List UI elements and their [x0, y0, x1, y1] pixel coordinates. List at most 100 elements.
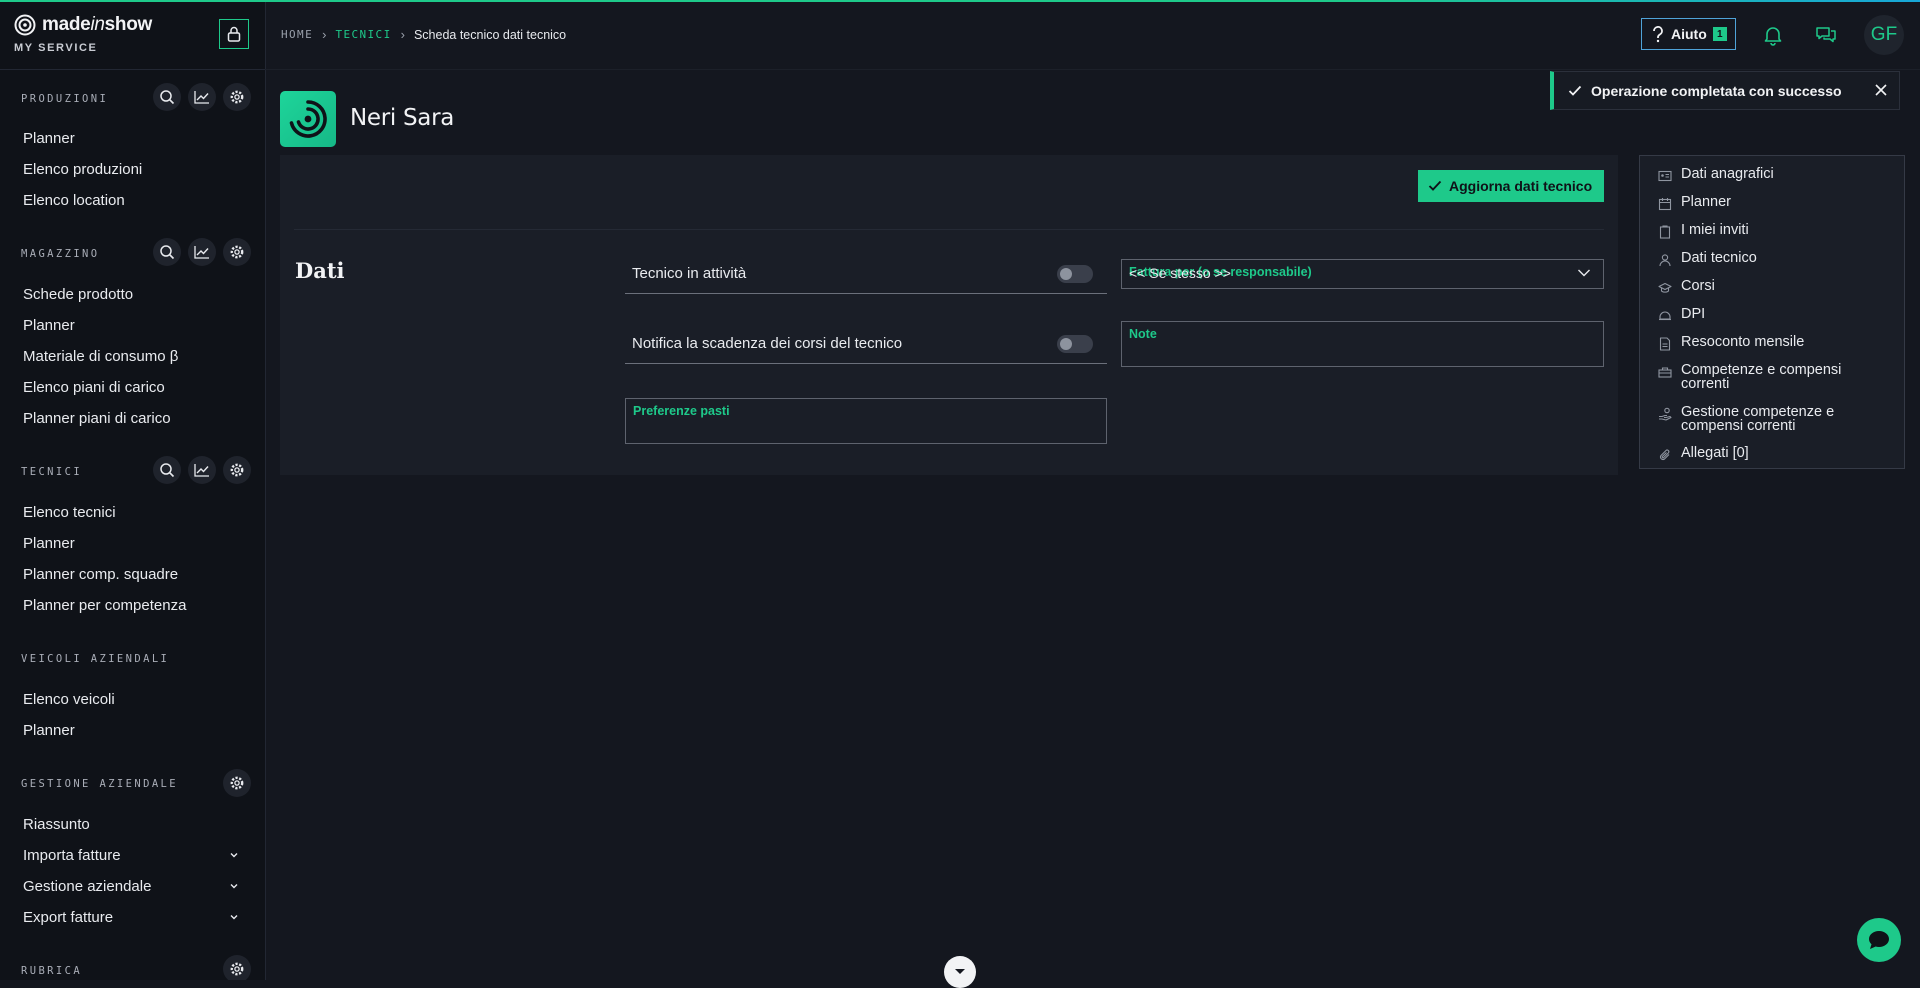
gear-icon	[230, 245, 244, 259]
nav-gestione-aziendale[interactable]: Gestione aziendale	[23, 878, 151, 895]
note-field[interactable]: Note	[1121, 321, 1604, 367]
trend-icon	[194, 464, 209, 477]
nav-importa-fatture[interactable]: Importa fatture	[23, 847, 121, 864]
tecnici-settings-button[interactable]	[223, 456, 251, 484]
notify-toggle[interactable]	[1057, 335, 1093, 353]
magazzino-tools	[153, 238, 251, 266]
breadcrumb: HOME › TECNICI › Scheda tecnico dati tec…	[281, 27, 566, 42]
tecnici-tools	[153, 456, 251, 484]
produzioni-search-button[interactable]	[153, 83, 181, 111]
rnav-gestione-competenze[interactable]: Gestione competenze e compensi correnti	[1658, 405, 1881, 433]
nav-elenco-piani-carico[interactable]: Elenco piani di carico	[23, 379, 165, 396]
produzioni-stats-button[interactable]	[188, 83, 216, 111]
rnav-competenze-compensi[interactable]: Competenze e compensi correnti	[1658, 363, 1881, 391]
fattura-per-select[interactable]: Fattura per (o se responsabile) << Se st…	[1121, 259, 1604, 289]
breadcrumb-separator: ›	[322, 27, 327, 42]
nav-planner-piani-carico[interactable]: Planner piani di carico	[23, 410, 171, 427]
gestione-tools	[223, 769, 251, 797]
rnav-dati-anagrafici[interactable]: Dati anagrafici	[1658, 167, 1774, 183]
produzioni-settings-button[interactable]	[223, 83, 251, 111]
nav-elenco-location[interactable]: Elenco location	[23, 192, 125, 209]
nav-tecnici-planner[interactable]: Planner	[23, 535, 75, 552]
toggle-notify-label: Notifica la scadenza dei corsi del tecni…	[632, 335, 903, 352]
rubrica-settings-button[interactable]	[223, 955, 251, 980]
nav-export-fatture[interactable]: Export fatture	[23, 909, 113, 926]
rnav-planner[interactable]: Planner	[1658, 195, 1731, 211]
header-divider	[265, 69, 1920, 70]
avatar[interactable]: GF	[1864, 15, 1904, 55]
rnav-resoconto-mensile[interactable]: Resoconto mensile	[1658, 335, 1804, 351]
active-toggle[interactable]	[1057, 265, 1093, 283]
nav-elenco-produzioni[interactable]: Elenco produzioni	[23, 161, 142, 178]
section-veicoli-title: VEICOLI AZIENDALI	[21, 653, 170, 665]
rnav-corsi[interactable]: Corsi	[1658, 279, 1715, 295]
magazzino-settings-button[interactable]	[223, 238, 251, 266]
clipboard-icon	[1659, 225, 1671, 239]
magazzino-stats-button[interactable]	[188, 238, 216, 266]
section-produzioni-title: PRODUZIONI	[21, 93, 109, 105]
panel-divider	[294, 229, 1604, 230]
hand-coin-icon	[1659, 407, 1672, 421]
check-icon	[1568, 85, 1582, 96]
breadcrumb-home[interactable]: HOME	[281, 28, 313, 41]
search-icon	[160, 90, 175, 105]
help-badge: 1	[1712, 27, 1727, 41]
tecnici-stats-button[interactable]	[188, 456, 216, 484]
nav-veicoli-planner[interactable]: Planner	[23, 722, 75, 739]
sidebar: madeinshow MY SERVICE PRODUZIONI Planner…	[0, 0, 266, 980]
nav-elenco-veicoli[interactable]: Elenco veicoli	[23, 691, 115, 708]
nav-magazzino-planner[interactable]: Planner	[23, 317, 75, 334]
lock-sidebar-button[interactable]	[219, 19, 249, 49]
bell-icon[interactable]	[1762, 24, 1784, 46]
chevron-down-icon[interactable]	[229, 850, 239, 860]
rnav-inviti[interactable]: I miei inviti	[1658, 223, 1749, 239]
rnav-allegati[interactable]: Allegati [0]	[1658, 446, 1749, 462]
brand[interactable]: madeinshow MY SERVICE	[14, 14, 152, 54]
chevron-down-icon[interactable]	[229, 912, 239, 922]
breadcrumb-current: Scheda tecnico dati tecnico	[413, 27, 567, 42]
profile-name: Neri Sara	[350, 105, 455, 131]
scroll-down-button[interactable]	[944, 956, 976, 988]
select-value: << Se stesso >>	[1129, 265, 1231, 281]
breadcrumb-tecnici[interactable]: TECNICI	[335, 28, 391, 41]
help-label: Aiuto	[1671, 26, 1707, 42]
nav-schede-prodotto[interactable]: Schede prodotto	[23, 286, 133, 303]
tecnici-search-button[interactable]	[153, 456, 181, 484]
help-button[interactable]: Aiuto 1	[1641, 18, 1736, 50]
rubrica-tools	[223, 955, 251, 980]
gestione-settings-button[interactable]	[223, 769, 251, 797]
report-icon	[1659, 337, 1671, 351]
id-card-icon	[1658, 170, 1672, 182]
helmet-icon	[1659, 311, 1671, 321]
help-icon	[1653, 26, 1663, 43]
nav-riassunto[interactable]: Riassunto	[23, 816, 90, 833]
rnav-dpi[interactable]: DPI	[1658, 307, 1705, 323]
meal-preferences-label: Preferenze pasti	[633, 404, 730, 418]
toggle-row-notify: Notifica la scadenza dei corsi del tecni…	[625, 325, 1107, 364]
rnav-label: Resoconto mensile	[1681, 334, 1805, 350]
nav-elenco-tecnici[interactable]: Elenco tecnici	[23, 504, 116, 521]
magazzino-search-button[interactable]	[153, 238, 181, 266]
section-rubrica-title: RUBRICA	[21, 965, 83, 977]
search-icon	[160, 463, 175, 478]
chevron-down-icon	[955, 969, 965, 974]
close-icon[interactable]	[1873, 82, 1889, 98]
toast-message: Operazione completata con successo	[1591, 82, 1842, 99]
rnav-label: Corsi	[1681, 278, 1715, 294]
nav-planner-per-competenza[interactable]: Planner per competenza	[23, 597, 186, 614]
toggle-knob	[1060, 338, 1072, 350]
trend-icon	[194, 246, 209, 259]
gear-icon	[230, 962, 244, 976]
chevron-down-icon[interactable]	[229, 881, 239, 891]
update-technician-button[interactable]: Aggiorna dati tecnico	[1418, 170, 1604, 202]
nav-materiale-consumo[interactable]: Materiale di consumo β	[23, 348, 178, 365]
chat-icon[interactable]	[1815, 24, 1837, 46]
nav-planner-comp-squadre[interactable]: Planner comp. squadre	[23, 566, 178, 583]
support-chat-button[interactable]	[1857, 918, 1901, 962]
section-navigation: Dati anagrafici Planner I miei inviti Da…	[1639, 155, 1905, 469]
paperclip-icon	[1659, 449, 1670, 461]
nav-produzioni-planner[interactable]: Planner	[23, 130, 75, 147]
rnav-dati-tecnico[interactable]: Dati tecnico	[1658, 251, 1757, 267]
meal-preferences-field[interactable]: Preferenze pasti	[625, 398, 1107, 444]
breadcrumb-separator: ›	[400, 27, 405, 42]
